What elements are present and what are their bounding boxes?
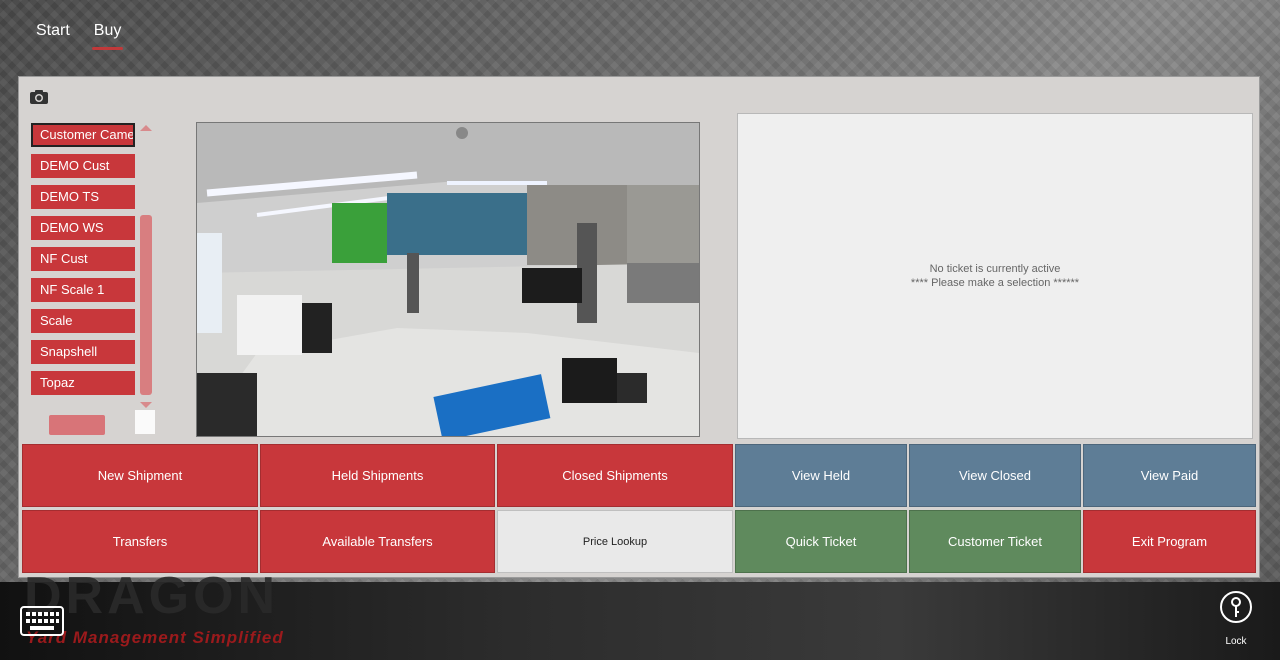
camera-list: Customer Camera DEMO Cust DEMO TS DEMO W…	[31, 123, 135, 402]
ticket-selection-prompt: **** Please make a selection ******	[910, 277, 1080, 289]
closed-shipments-button[interactable]: Closed Shipments	[497, 444, 733, 507]
held-shipments-button[interactable]: Held Shipments	[260, 444, 495, 507]
camera-item-customer-camera[interactable]: Customer Camera	[31, 123, 135, 147]
camera-item-nf-cust[interactable]: NF Cust	[31, 247, 135, 271]
lock-label: Lock	[1225, 636, 1247, 647]
camera-list-scrollbar[interactable]	[139, 125, 153, 408]
camera-item-snapshell[interactable]: Snapshell	[31, 340, 135, 364]
camera-toggle-button[interactable]	[135, 410, 155, 434]
camera-item-scale[interactable]: Scale	[31, 309, 135, 333]
view-paid-button[interactable]: View Paid	[1083, 444, 1256, 507]
key-icon	[1220, 591, 1252, 623]
new-shipment-button[interactable]: New Shipment	[22, 444, 258, 507]
ticket-panel: No ticket is currently active **** Pleas…	[737, 113, 1253, 439]
camera-feed-image	[197, 123, 699, 436]
scroll-up-arrow-icon[interactable]	[140, 125, 152, 131]
camera-control-button[interactable]	[49, 415, 105, 435]
view-closed-button[interactable]: View Closed	[909, 444, 1081, 507]
ticket-status-text: No ticket is currently active	[929, 263, 1061, 275]
transfers-button[interactable]: Transfers	[22, 510, 258, 573]
camera-item-demo-ts[interactable]: DEMO TS	[31, 185, 135, 209]
camera-item-demo-cust[interactable]: DEMO Cust	[31, 154, 135, 178]
available-transfers-button[interactable]: Available Transfers	[260, 510, 495, 573]
tab-start[interactable]: Start	[36, 22, 70, 40]
scroll-down-arrow-icon[interactable]	[140, 402, 152, 408]
camera-item-topaz[interactable]: Topaz	[31, 371, 135, 395]
view-held-button[interactable]: View Held	[735, 444, 907, 507]
price-lookup-button[interactable]: Price Lookup	[497, 510, 733, 573]
customer-ticket-button[interactable]: Customer Ticket	[909, 510, 1081, 573]
camera-feed	[196, 122, 700, 437]
lock-button[interactable]: Lock	[1212, 590, 1260, 650]
camera-icon[interactable]	[29, 89, 49, 105]
scroll-thumb[interactable]	[140, 215, 152, 395]
top-navigation: Start Buy	[36, 22, 123, 50]
tab-buy[interactable]: Buy	[91, 22, 123, 50]
quick-ticket-button[interactable]: Quick Ticket	[735, 510, 907, 573]
keyboard-icon[interactable]	[20, 606, 64, 636]
exit-program-button[interactable]: Exit Program	[1083, 510, 1256, 573]
camera-item-demo-ws[interactable]: DEMO WS	[31, 216, 135, 240]
camera-item-nf-scale-1[interactable]: NF Scale 1	[31, 278, 135, 302]
brand-tagline: Yard Management Simplified	[26, 628, 284, 647]
